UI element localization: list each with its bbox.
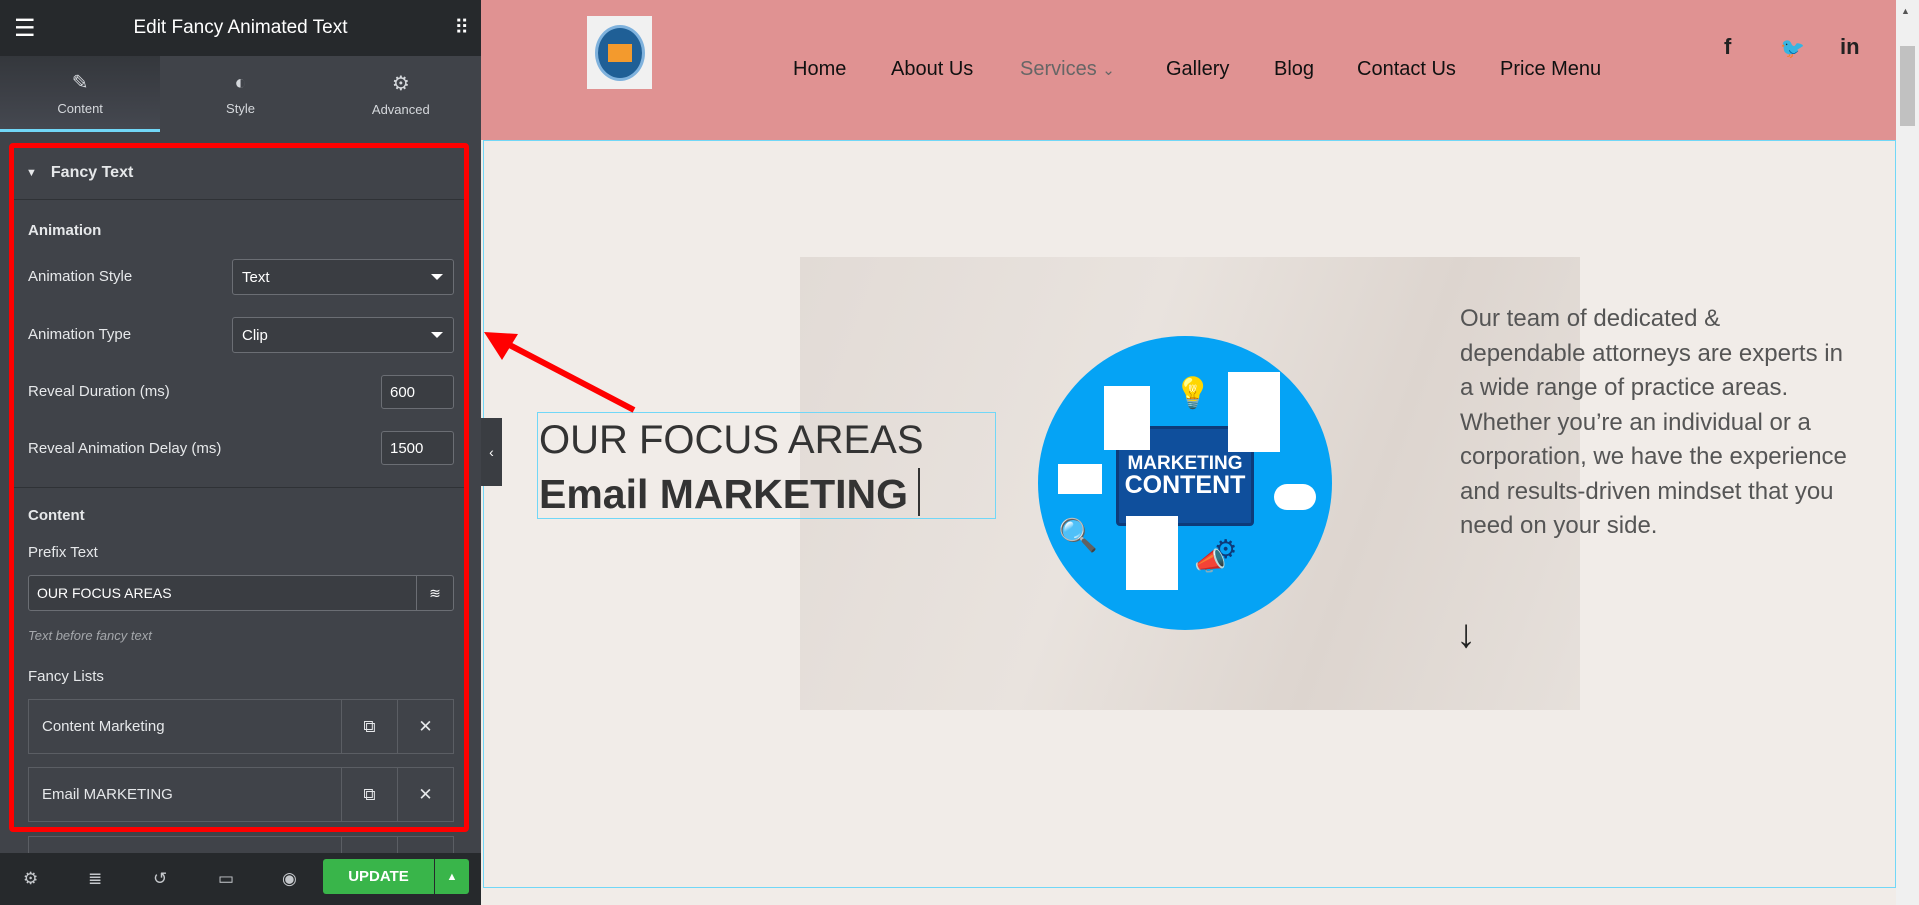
pencil-icon: ✎ <box>71 71 89 94</box>
twitter-icon[interactable]: 🐦 <box>1780 36 1805 61</box>
linkedin-icon[interactable]: in <box>1840 34 1860 60</box>
chevron-down-icon: ⌄ <box>1102 62 1115 79</box>
nav-contact-us[interactable]: Contact Us <box>1357 58 1456 81</box>
settings-gear-icon[interactable]: ⚙ <box>23 869 38 889</box>
intro-paragraph: Our team of dedicated & dependable attor… <box>1460 305 1847 539</box>
heading-prefix: OUR FOCUS AREAS <box>539 418 924 462</box>
nav-price-menu[interactable]: Price Menu <box>1500 58 1601 81</box>
heading-fancy: Email MARKETING <box>539 468 921 518</box>
panel-title: Edit Fancy Animated Text <box>133 17 348 38</box>
gear-icon: ⚙ <box>391 73 410 95</box>
document-icon <box>1104 386 1150 450</box>
fancy-text: Email MARKETING <box>539 471 909 517</box>
update-options-caret-icon[interactable]: ▲ <box>435 859 469 894</box>
annotation-arrow <box>484 332 636 413</box>
nav-about-us[interactable]: About Us <box>891 58 973 81</box>
history-icon[interactable]: ↺ <box>153 869 167 889</box>
update-button[interactable]: UPDATE <box>323 859 434 894</box>
panel-header: ☰ Edit Fancy Animated Text ⠿ <box>0 0 481 56</box>
nav-label: Services <box>1020 58 1097 80</box>
magnifier-icon: 🔍 <box>1058 517 1098 553</box>
editor-panel: ☰ Edit Fancy Animated Text ⠿ ✎ Content ◐ S… <box>0 0 481 905</box>
chat-bubble-icon <box>1274 484 1316 510</box>
annotation-highlight-box <box>9 143 469 832</box>
apps-grid-icon[interactable]: ⠿ <box>454 15 469 40</box>
hamburger-menu-icon[interactable]: ☰ <box>14 14 36 43</box>
tab-label: Advanced <box>371 102 430 117</box>
responsive-mode-icon[interactable]: ▭ <box>218 869 234 889</box>
tab-label: Content <box>57 100 103 116</box>
panel-footer: ⚙ ≣ ↺ ▭ ◉ UPDATE ▲ <box>0 853 481 905</box>
scroll-up-icon[interactable]: ▲ <box>1901 6 1910 16</box>
nav-services[interactable]: Services ⌄ <box>1020 58 1115 81</box>
panel-tabs: ✎ Content ◐ Style ⚙ Advanced <box>0 56 481 132</box>
megaphone-icon: 📣 <box>1194 546 1227 576</box>
tab-advanced[interactable]: ⚙ Advanced <box>321 56 481 132</box>
text-cursor <box>918 468 921 516</box>
arrow-shaft <box>498 337 636 413</box>
layers-icon[interactable]: ≣ <box>88 869 102 889</box>
lightbulb-icon: 💡 <box>1174 377 1212 410</box>
preview-eye-icon[interactable]: ◉ <box>282 869 297 889</box>
video-icon <box>1058 464 1102 494</box>
scrollbar[interactable]: ▲ <box>1896 0 1919 905</box>
document-icon <box>1126 516 1178 590</box>
nav-home[interactable]: Home <box>793 58 846 81</box>
facebook-icon[interactable]: f <box>1724 34 1731 60</box>
tab-style[interactable]: ◐ Style <box>160 56 320 132</box>
panel-collapse-handle[interactable]: ‹ <box>481 418 502 486</box>
scrollbar-thumb[interactable] <box>1900 46 1915 126</box>
badge-line2: CONTENT <box>1124 471 1246 499</box>
tab-content[interactable]: ✎ Content <box>0 56 161 132</box>
document-icon <box>1228 372 1280 452</box>
nav-gallery[interactable]: Gallery <box>1166 58 1229 81</box>
arrow-down-icon[interactable]: ↓ <box>1456 612 1476 657</box>
half-circle-icon: ◐ <box>234 72 247 94</box>
nav-blog[interactable]: Blog <box>1274 58 1314 81</box>
site-logo[interactable] <box>587 16 652 89</box>
marketing-content-illustration: MARKETING CONTENT 💡 🔍 ⚙ 📣 <box>1038 336 1332 630</box>
tab-label: Style <box>226 101 255 116</box>
